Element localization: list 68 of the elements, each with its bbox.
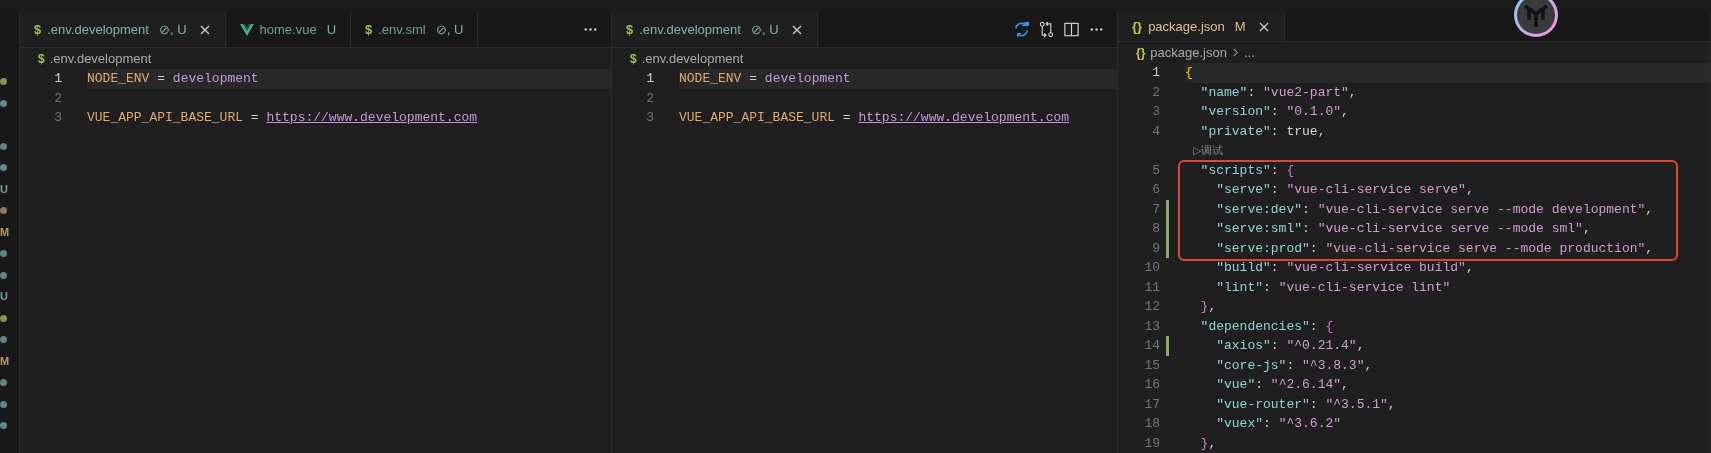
line-number: 10 [1143, 260, 1160, 276]
line-number: 17 [1143, 396, 1160, 412]
line-number: 1 [1151, 65, 1160, 81]
breadcrumb-item[interactable]: ... [1243, 45, 1255, 60]
line-number: 1 [53, 71, 62, 87]
breadcrumb-item[interactable]: package.json [1150, 45, 1227, 60]
line-number: 2 [1151, 84, 1160, 100]
code-line: }, [1199, 434, 1218, 453]
line-number: 9 [1151, 240, 1160, 256]
line-number: 15 [1143, 357, 1160, 373]
sync-icon[interactable] [1013, 21, 1030, 38]
line-number: 5 [1151, 162, 1160, 178]
line-number: 19 [1143, 435, 1160, 451]
file-type-icon: $ [630, 51, 637, 66]
editor-tab[interactable]: $ .env.development ⊘, U [20, 12, 226, 47]
line-number: 6 [1151, 182, 1160, 198]
line-number: 8 [1151, 221, 1160, 237]
code-line: "dependencies": { [1199, 317, 1335, 336]
code-line: "serve:dev": "vue-cli-service serve --mode development", [1215, 200, 1655, 219]
code-line: "scripts": { [1199, 161, 1296, 180]
editor-tab[interactable]: {} package.json M [1118, 12, 1285, 41]
status-letter: U [0, 291, 8, 303]
line-number: 13 [1143, 318, 1160, 334]
status-letter: U [0, 183, 8, 195]
code-line: "lint": "vue-cli-service lint" [1215, 278, 1452, 297]
compare-icon[interactable] [1038, 21, 1055, 38]
code-line: "serve": "vue-cli-service serve", [1215, 181, 1475, 200]
line-number: 4 [1151, 123, 1160, 139]
line-number: 12 [1143, 299, 1160, 315]
breadcrumb-item[interactable]: .env.development [641, 51, 744, 66]
line-number: 3 [1151, 104, 1160, 120]
code-line: "core-js": "^3.8.3", [1215, 356, 1374, 375]
code-line: "name": "vue2-part", [1199, 83, 1358, 102]
breadcrumb-item[interactable]: .env.development [49, 51, 152, 66]
code-line: }, [1199, 298, 1218, 317]
code-line: "vue": "^2.6.14", [1215, 376, 1350, 395]
code-lens[interactable]: ▷调试 [1185, 143, 1224, 159]
file-type-icon: $ [38, 51, 45, 66]
line-number: 11 [1143, 279, 1160, 295]
v-shape-icon [239, 23, 254, 36]
line-number: 2 [645, 90, 654, 106]
code-line: "axios": "^0.21.4", [1215, 337, 1366, 356]
file-type-icon: {} [1136, 45, 1146, 60]
status-letter: M [0, 226, 10, 238]
line-number: 2 [53, 90, 62, 106]
code-line: "version": "0.1.0", [1199, 103, 1350, 122]
line-number: 3 [53, 110, 62, 126]
status-letter: M [0, 355, 10, 367]
line-number: 16 [1143, 377, 1160, 393]
close-icon[interactable] [1257, 20, 1270, 33]
close-icon[interactable] [790, 23, 803, 36]
code-line: "vue-router": "^3.5.1", [1215, 395, 1397, 414]
code-line: VUE_APP_API_BASE_URL = https://www.development.com [87, 109, 479, 128]
close-icon[interactable] [198, 23, 211, 36]
line-number: 1 [645, 71, 654, 87]
chevron-icon [1231, 47, 1239, 58]
line-number: 3 [645, 110, 654, 126]
editor-tab[interactable]: $ .env.development ⊘, U [612, 12, 818, 47]
code-line: "build": "vue-cli-service build", [1215, 259, 1475, 278]
code-line: "serve:prod": "vue-cli-service serve --mode production", [1215, 239, 1655, 258]
line-number: 14 [1143, 338, 1160, 354]
code-line: VUE_APP_API_BASE_URL = https://www.development.com [679, 109, 1071, 128]
code-line: "serve:sml": "vue-cli-service serve --mode sml", [1215, 220, 1592, 239]
code-line: "vuex": "^3.6.2" [1215, 415, 1343, 434]
code-line: "private": true, [1199, 122, 1327, 141]
line-number: 18 [1143, 416, 1160, 432]
split-editor-icon[interactable] [1063, 21, 1080, 38]
line-number: 7 [1151, 201, 1160, 217]
